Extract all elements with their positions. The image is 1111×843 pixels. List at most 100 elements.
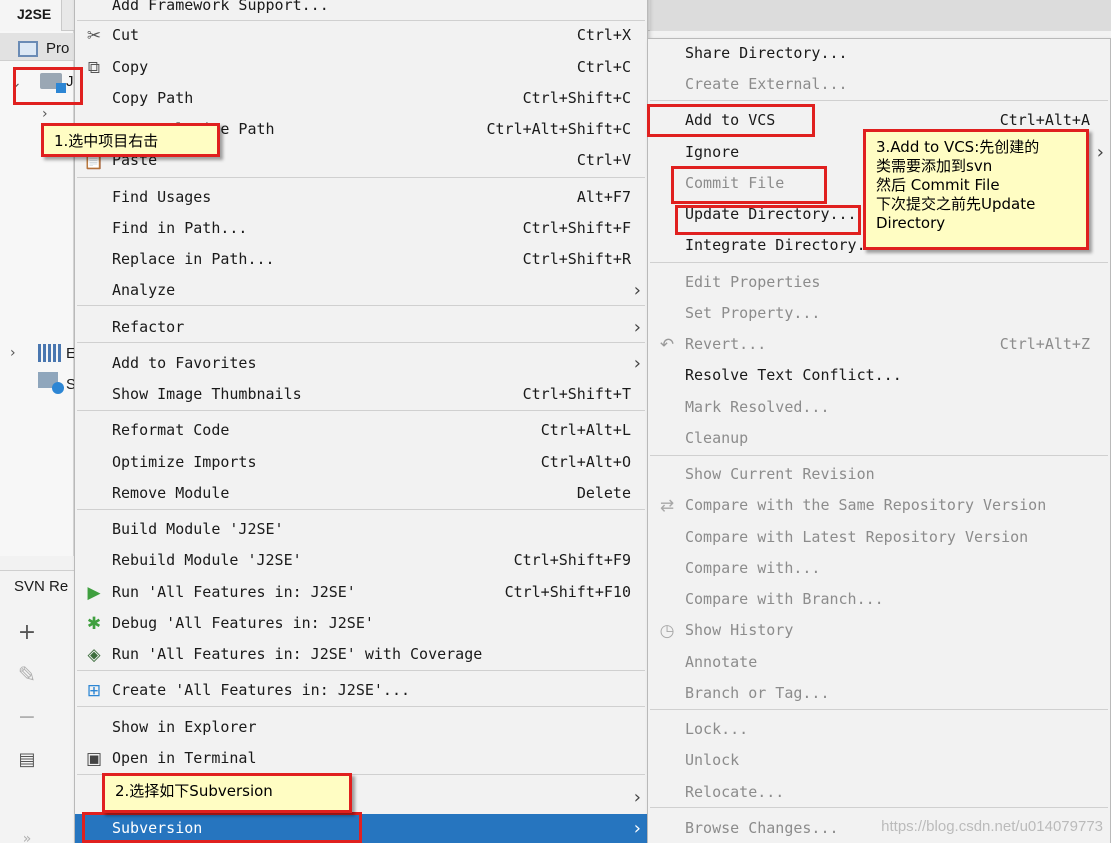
menu-separator: [77, 305, 645, 306]
menu-item-build-module[interactable]: Build Module 'J2SE': [75, 515, 647, 545]
menu-item-shortcut: Ctrl+Shift+F: [522, 219, 631, 237]
menu-item-revert[interactable]: ↶ Revert... Ctrl+Alt+Z: [648, 330, 1110, 360]
external-libraries-icon: [38, 344, 62, 362]
menu-item-label: Add Framework Support...: [112, 0, 329, 14]
menu-item-label: Edit Properties: [685, 273, 821, 291]
menu-item-show-current-revision[interactable]: Show Current Revision: [648, 460, 1110, 490]
terminal-icon: ▣: [85, 749, 103, 769]
menu-item-label: Analyze: [112, 281, 176, 299]
menu-item-show-in-explorer[interactable]: Show in Explorer: [75, 713, 647, 743]
menu-item-label: Compare with Latest Repository Version: [685, 528, 1029, 546]
menu-item-open-in-terminal[interactable]: ▣ Open in Terminal: [75, 744, 647, 774]
annotation-step-3-line: 然后 Commit File: [876, 176, 1000, 194]
menu-item-edit-properties[interactable]: Edit Properties: [648, 268, 1110, 298]
menu-item-find-usages[interactable]: Find Usages Alt+F7: [75, 183, 647, 213]
menu-item-analyze[interactable]: Analyze ›: [75, 276, 647, 306]
menu-item-label: Optimize Imports: [112, 453, 257, 471]
menu-item-label: Create 'All Features in: J2SE'...: [112, 681, 411, 699]
menu-item-shortcut: Alt+F7: [576, 188, 631, 206]
menu-item-shortcut: Ctrl+Shift+R: [522, 250, 631, 268]
chevron-right-icon: ›: [633, 280, 641, 301]
menu-item-label: Integrate Directory...: [685, 236, 884, 254]
chevron-right-icon: ›: [633, 787, 641, 808]
menu-item-show-history[interactable]: ◷ Show History: [648, 616, 1110, 646]
svn-panel-title[interactable]: SVN Re: [14, 578, 68, 595]
menu-item-set-property[interactable]: Set Property...: [648, 299, 1110, 329]
menu-item-find-in-path[interactable]: Find in Path... Ctrl+Shift+F: [75, 214, 647, 244]
highlight-subversion: [82, 812, 362, 843]
project-tool-window: [0, 31, 74, 556]
menu-item-label: Run 'All Features in: J2SE' with Coverag…: [112, 645, 483, 663]
menu-separator: [77, 670, 645, 671]
menu-item-label: Rebuild Module 'J2SE': [112, 551, 302, 569]
menu-item-reformat-code[interactable]: Reformat Code Ctrl+Alt+L: [75, 416, 647, 446]
menu-separator: [77, 177, 645, 178]
highlight-update-directory: [675, 205, 861, 235]
menu-item-relocate[interactable]: Relocate...: [648, 778, 1110, 808]
document-icon[interactable]: ▤: [14, 747, 40, 773]
add-icon[interactable]: +: [14, 620, 40, 646]
menu-item-annotate[interactable]: Annotate: [648, 648, 1110, 678]
menu-item-unlock[interactable]: Unlock: [648, 746, 1110, 776]
menu-item-shortcut: Ctrl+Shift+C: [522, 89, 631, 107]
menu-item-create-config[interactable]: ⊞ Create 'All Features in: J2SE'...: [75, 676, 647, 706]
menu-item-show-image-thumbnails[interactable]: Show Image Thumbnails Ctrl+Shift+T: [75, 380, 647, 410]
menu-item-label: Debug 'All Features in: J2SE': [112, 614, 374, 632]
annotation-step-2-text: 2.选择如下Subversion: [115, 782, 273, 800]
menu-item-label: Mark Resolved...: [685, 398, 830, 416]
menu-item-label: Cleanup: [685, 429, 749, 447]
menu-item-lock[interactable]: Lock...: [648, 715, 1110, 745]
edit-icon[interactable]: ✎: [14, 663, 40, 689]
menu-item-branch-or-tag[interactable]: Branch or Tag...: [648, 679, 1110, 709]
menu-item-cut[interactable]: ✂ Cut Ctrl+X: [75, 21, 647, 51]
menu-item-debug[interactable]: ✱ Debug 'All Features in: J2SE': [75, 609, 647, 639]
chevron-right-icon[interactable]: ›: [42, 106, 48, 122]
project-view-icon: [18, 41, 38, 57]
more-icon[interactable]: »: [14, 826, 40, 843]
menu-item-shortcut: Ctrl+Alt+L: [540, 421, 631, 439]
menu-separator: [650, 807, 1108, 808]
menu-separator: [77, 342, 645, 343]
scratches-icon: [38, 372, 64, 394]
annotation-step-3-line: 3.Add to VCS:先创建的: [876, 138, 1040, 156]
menu-item-run[interactable]: ▶ Run 'All Features in: J2SE' Ctrl+Shift…: [75, 578, 647, 608]
menu-item-compare-same-repo-version[interactable]: ⇄ Compare with the Same Repository Versi…: [648, 491, 1110, 521]
highlight-project-root: [13, 67, 83, 105]
menu-item-refactor[interactable]: Refactor ›: [75, 313, 647, 343]
project-tool-header[interactable]: Pro: [0, 33, 74, 61]
menu-item-run-with-coverage[interactable]: ◈ Run 'All Features in: J2SE' with Cover…: [75, 640, 647, 670]
annotation-step-1-text: 1.选中项目右击: [54, 132, 159, 150]
menu-item-label: Branch or Tag...: [685, 684, 830, 702]
menu-item-add-to-favorites[interactable]: Add to Favorites ›: [75, 349, 647, 379]
menu-item-rebuild-module[interactable]: Rebuild Module 'J2SE' Ctrl+Shift+F9: [75, 546, 647, 576]
menu-item-optimize-imports[interactable]: Optimize Imports Ctrl+Alt+O: [75, 448, 647, 478]
menu-item-compare-latest-repo-version[interactable]: Compare with Latest Repository Version: [648, 523, 1110, 553]
menu-item-remove-module[interactable]: Remove Module Delete: [75, 479, 647, 509]
menu-item-replace-in-path[interactable]: Replace in Path... Ctrl+Shift+R: [75, 245, 647, 275]
menu-item-mark-resolved[interactable]: Mark Resolved...: [648, 393, 1110, 423]
menu-item-label: Relocate...: [685, 783, 785, 801]
menu-item-create-external[interactable]: Create External...: [648, 70, 1110, 100]
menu-item-copy-path[interactable]: Copy Path Ctrl+Shift+C: [75, 84, 647, 114]
menu-item-compare-with[interactable]: Compare with...: [648, 554, 1110, 584]
menu-item-share-directory[interactable]: Share Directory...: [648, 39, 1110, 69]
editor-tab-strip: [650, 0, 1111, 31]
menu-item-shortcut: Delete: [576, 484, 631, 502]
menu-item-label: Reformat Code: [112, 421, 230, 439]
menu-item-add-framework-support[interactable]: Add Framework Support...: [75, 0, 647, 21]
menu-item-label: Build Module 'J2SE': [112, 520, 284, 538]
remove-icon[interactable]: −: [14, 705, 40, 731]
menu-item-shortcut: Ctrl+Alt+Shift+C: [486, 120, 632, 138]
project-tool-label: Pro: [46, 40, 70, 57]
menu-item-cleanup[interactable]: Cleanup: [648, 424, 1110, 454]
menu-item-resolve-text-conflict[interactable]: Resolve Text Conflict...: [648, 361, 1110, 391]
menu-item-copy[interactable]: ⧉ Copy Ctrl+C: [75, 53, 647, 83]
menu-item-label: Set Property...: [685, 304, 821, 322]
breadcrumb-project[interactable]: J2SE: [0, 0, 63, 31]
menu-item-compare-with-branch[interactable]: Compare with Branch...: [648, 585, 1110, 615]
compare-icon: ⇄: [659, 496, 675, 516]
menu-item-label: Annotate: [685, 653, 758, 671]
menu-item-label: Replace in Path...: [112, 250, 275, 268]
coverage-icon: ◈: [87, 645, 101, 665]
chevron-right-icon[interactable]: ›: [10, 345, 16, 361]
